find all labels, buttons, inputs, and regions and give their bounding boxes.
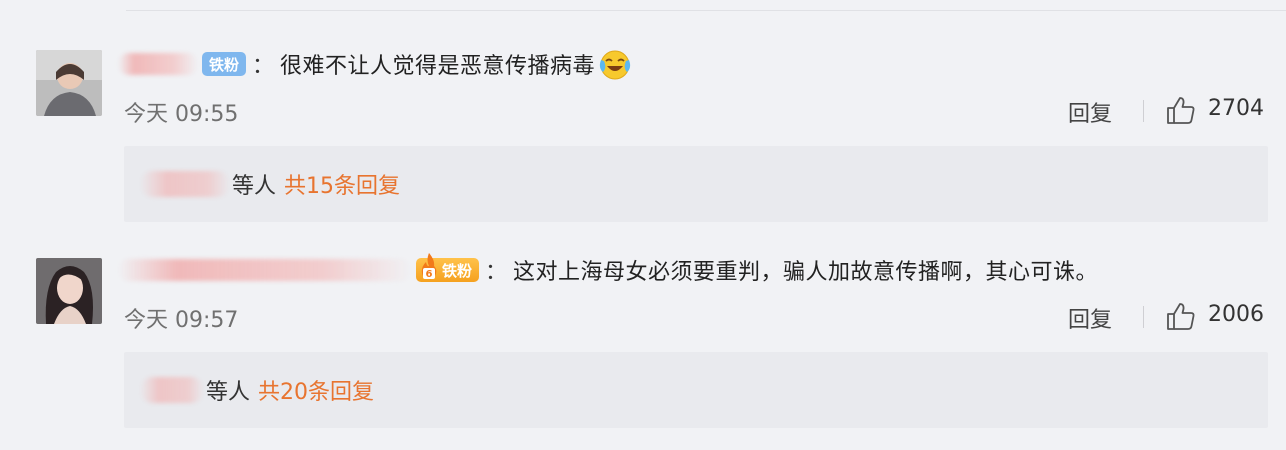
timestamp: 今天 09:57 bbox=[124, 308, 239, 333]
laugh-cry-emoji-icon bbox=[599, 50, 631, 80]
fan-level-flame-icon: 6 bbox=[421, 253, 437, 280]
reply-users-label: 等人 bbox=[232, 174, 277, 199]
comment-text: 这对上海母女必须要重判，骗人加故意传播啊，其心可诛。 bbox=[513, 260, 1099, 285]
like-count: 2704 bbox=[1208, 96, 1264, 121]
username-redacted[interactable] bbox=[118, 53, 198, 75]
username-redacted[interactable] bbox=[118, 259, 412, 281]
reply-users-label: 等人 bbox=[206, 380, 251, 405]
fan-badge: 6 铁粉 bbox=[416, 253, 480, 282]
replies-summary[interactable]: 等人 共20条回复 bbox=[124, 352, 1268, 428]
reply-user-redacted bbox=[140, 171, 230, 197]
svg-text:6: 6 bbox=[426, 269, 433, 280]
like-count: 2006 bbox=[1208, 302, 1264, 327]
reply-button[interactable]: 回复 bbox=[1068, 96, 1112, 128]
comment-item: 6 铁粉 ： 这对上海母女必须要重判，骗人加故意传播啊，其心可诛。 今天 09:… bbox=[0, 242, 1286, 447]
top-divider bbox=[126, 10, 1286, 11]
fan-badge: 铁粉 bbox=[202, 52, 247, 76]
reply-count-link[interactable]: 共15条回复 bbox=[284, 168, 400, 200]
reply-count-link[interactable]: 共20条回复 bbox=[258, 374, 374, 406]
action-divider bbox=[1143, 100, 1144, 122]
comment-text: 很难不让人觉得是恶意传播病毒 bbox=[280, 54, 596, 79]
colon: ： bbox=[252, 54, 275, 79]
replies-summary[interactable]: 等人 共15条回复 bbox=[124, 146, 1268, 222]
comment-header: 6 铁粉 ： 这对上海母女必须要重判，骗人加故意传播啊，其心可诛。 bbox=[118, 250, 1098, 290]
timestamp: 今天 09:55 bbox=[124, 102, 239, 127]
comment-header: 铁粉 ： 很难不让人觉得是恶意传播病毒 bbox=[118, 44, 633, 84]
action-divider bbox=[1143, 306, 1144, 328]
fan-badge-label: 铁粉 bbox=[442, 261, 473, 280]
thumbs-up-icon[interactable] bbox=[1165, 300, 1197, 332]
thumbs-up-icon[interactable] bbox=[1165, 94, 1197, 126]
reply-button[interactable]: 回复 bbox=[1068, 302, 1112, 334]
avatar[interactable] bbox=[36, 258, 102, 324]
comment-item: 铁粉 ： 很难不让人觉得是恶意传播病毒 今天 09:55 回复 2704 等人 … bbox=[0, 36, 1286, 241]
avatar[interactable] bbox=[36, 50, 102, 116]
reply-user-redacted bbox=[140, 377, 204, 403]
colon: ： bbox=[485, 260, 508, 285]
